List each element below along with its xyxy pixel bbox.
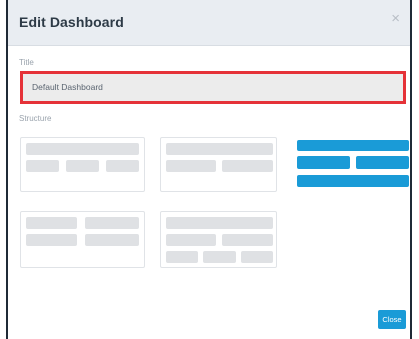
close-button[interactable]: Close — [378, 310, 406, 329]
structure-option-layout-1-3[interactable] — [20, 137, 145, 192]
layout-col-bar — [166, 234, 216, 246]
layout-col-bar — [26, 217, 77, 229]
layout-col-bar — [356, 156, 409, 169]
layout-col-bar — [241, 251, 273, 263]
title-input[interactable]: Default Dashboard — [20, 71, 406, 104]
layout-row-bar — [26, 143, 139, 155]
layout-col-bar — [297, 156, 350, 169]
layout-col-bar — [106, 160, 139, 172]
title-label: Title — [19, 58, 34, 67]
layout-row-bar — [166, 217, 273, 229]
dialog-header: Edit Dashboard × — [8, 0, 410, 46]
layout-col-bar — [85, 234, 139, 246]
layout-row-bar — [297, 175, 409, 187]
structure-option-layout-1-2-3[interactable] — [160, 211, 277, 268]
layout-col-bar — [222, 160, 273, 172]
structure-option-layout-1-2-1[interactable] — [297, 140, 411, 192]
layout-col-bar — [222, 234, 273, 246]
structure-option-layout-2-2-b[interactable] — [20, 211, 145, 268]
structure-option-layout-2-2[interactable] — [160, 137, 277, 192]
layout-row-bar — [166, 143, 273, 155]
structure-label: Structure — [19, 114, 52, 123]
close-icon[interactable]: × — [391, 11, 400, 26]
layout-col-bar — [26, 160, 59, 172]
layout-col-bar — [203, 251, 236, 263]
layout-col-bar — [166, 160, 216, 172]
edit-dashboard-dialog: Edit Dashboard × Title Default Dashboard… — [6, 0, 412, 339]
layout-row-bar — [297, 140, 409, 151]
dialog-title: Edit Dashboard — [19, 14, 124, 30]
layout-col-bar — [85, 217, 139, 229]
layout-col-bar — [26, 234, 77, 246]
layout-col-bar — [166, 251, 198, 263]
layout-col-bar — [66, 160, 99, 172]
